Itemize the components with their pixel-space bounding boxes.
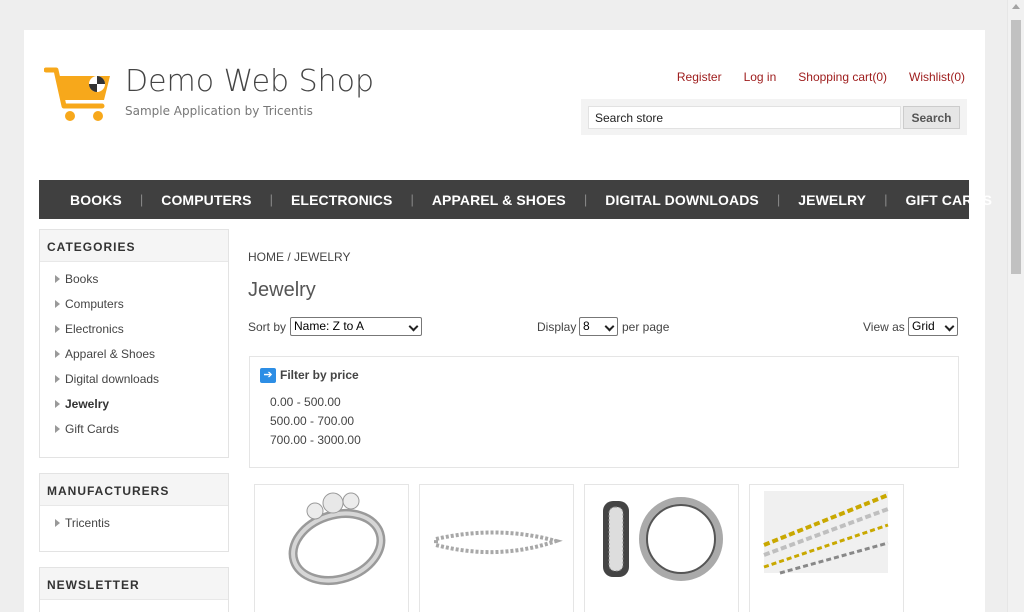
chevron-down-icon [604, 321, 615, 332]
sort-by-value: Name: Z to A [294, 319, 365, 333]
newsletter-block: NEWSLETTER [39, 567, 229, 612]
product-card-chains[interactable] [749, 484, 904, 612]
manufacturers-title: MANUFACTURERS [40, 474, 228, 506]
triangle-right-icon [55, 300, 60, 308]
breadcrumb: HOME / JEWELRY [248, 250, 350, 264]
category-label: Digital downloads [65, 372, 160, 386]
price-filter-box: ➔ Filter by price 0.00 - 500.00 500.00 -… [249, 356, 959, 468]
scrollbar-thumb[interactable] [1011, 20, 1021, 274]
category-label: Electronics [65, 322, 124, 336]
ring-image[interactable] [255, 485, 410, 612]
menu-item-electronics[interactable]: ELECTRONICS [273, 192, 410, 208]
category-label: Gift Cards [65, 422, 120, 436]
category-label: Computers [65, 297, 124, 311]
search-button[interactable]: Search [903, 106, 960, 129]
login-link[interactable]: Log in [744, 70, 777, 84]
category-item-digital-downloads[interactable]: Digital downloads [40, 369, 228, 394]
search-input[interactable] [588, 106, 901, 129]
category-item-electronics[interactable]: Electronics [40, 319, 228, 344]
register-link[interactable]: Register [677, 70, 722, 84]
earrings-image[interactable] [585, 485, 740, 612]
filter-title: Filter by price [280, 368, 359, 382]
page-size-value: 8 [583, 319, 590, 333]
arrow-right-icon: ➔ [260, 368, 276, 383]
menu-item-jewelry[interactable]: JEWELRY [780, 192, 884, 208]
chains-image[interactable] [750, 485, 905, 612]
categories-block: CATEGORIES Books Computers Electronics A… [39, 229, 229, 458]
page-size-select[interactable]: 8 [579, 317, 618, 336]
manufacturer-label: Tricentis [65, 516, 110, 530]
price-range-list: 0.00 - 500.00 500.00 - 700.00 700.00 - 3… [270, 395, 361, 452]
sort-by-label: Sort by [248, 320, 287, 334]
view-mode-select[interactable]: Grid [908, 317, 958, 336]
breadcrumb-separator: / [284, 250, 295, 264]
product-card-earrings[interactable] [584, 484, 739, 612]
price-range-link[interactable]: 0.00 - 500.00 [270, 395, 361, 414]
product-card-ring[interactable] [254, 484, 409, 612]
triangle-right-icon [55, 275, 60, 283]
triangle-right-icon [55, 375, 60, 383]
menu-item-computers[interactable]: COMPUTERS [143, 192, 269, 208]
menu-item-books[interactable]: BOOKS [52, 192, 140, 208]
page-title: Jewelry [248, 279, 316, 301]
display-label: Display [537, 320, 577, 334]
top-menu: BOOKS | COMPUTERS | ELECTRONICS | APPARE… [39, 180, 992, 219]
triangle-right-icon [55, 425, 60, 433]
view-mode-value: Grid [912, 319, 935, 333]
site-title[interactable]: Demo Web Shop [125, 64, 374, 99]
newsletter-title: NEWSLETTER [40, 568, 228, 600]
per-page-label: per page [622, 320, 670, 334]
menu-item-digital-downloads[interactable]: DIGITAL DOWNLOADS [587, 192, 777, 208]
categories-title: CATEGORIES [40, 230, 228, 262]
scroll-up-arrow[interactable] [1012, 4, 1020, 9]
cart-logo-icon[interactable] [44, 66, 114, 124]
product-card-bracelet[interactable] [419, 484, 574, 612]
category-label: Jewelry [65, 397, 110, 411]
product-selectors: Sort by Name: Z to A Display 8 per page … [248, 317, 960, 337]
sort-by-select[interactable]: Name: Z to A [290, 317, 422, 336]
category-item-apparel-shoes[interactable]: Apparel & Shoes [40, 344, 228, 369]
category-label: Apparel & Shoes [65, 347, 156, 361]
page-container: Demo Web Shop Sample Application by Tric… [24, 30, 992, 612]
manufacturers-list: Tricentis [40, 506, 228, 543]
manufacturers-block: MANUFACTURERS Tricentis [39, 473, 229, 552]
triangle-right-icon [55, 519, 60, 527]
chevron-down-icon [408, 321, 419, 332]
category-item-computers[interactable]: Computers [40, 294, 228, 319]
chevron-down-icon [944, 321, 955, 332]
view-as-label: View as [863, 320, 905, 334]
menu-item-gift-cards[interactable]: GIFT CARDS [888, 192, 1011, 208]
manufacturer-item-tricentis[interactable]: Tricentis [40, 513, 228, 538]
category-label: Books [65, 272, 99, 286]
bracelet-image[interactable] [420, 485, 575, 612]
price-range-link[interactable]: 700.00 - 3000.00 [270, 433, 361, 452]
menu-item-apparel-shoes[interactable]: APPAREL & SHOES [414, 192, 584, 208]
categories-list: Books Computers Electronics Apparel & Sh… [40, 262, 228, 449]
site-subtitle: Sample Application by Tricentis [125, 104, 313, 118]
wishlist-link[interactable]: Wishlist(0) [909, 70, 965, 84]
breadcrumb-home-link[interactable]: HOME [248, 250, 284, 264]
triangle-right-icon [55, 350, 60, 358]
vertical-scrollbar[interactable] [1007, 0, 1024, 612]
triangle-right-icon [55, 400, 60, 408]
header-links: Register Log in Shopping cart(0) Wishlis… [655, 70, 965, 84]
category-item-jewelry[interactable]: Jewelry [40, 394, 228, 419]
price-range-link[interactable]: 500.00 - 700.00 [270, 414, 361, 433]
search-box: Search [581, 99, 967, 135]
category-item-books[interactable]: Books [40, 269, 228, 294]
category-item-gift-cards[interactable]: Gift Cards [40, 419, 228, 444]
breadcrumb-current: JEWELRY [294, 250, 351, 264]
triangle-right-icon [55, 325, 60, 333]
shopping-cart-link[interactable]: Shopping cart(0) [798, 70, 887, 84]
